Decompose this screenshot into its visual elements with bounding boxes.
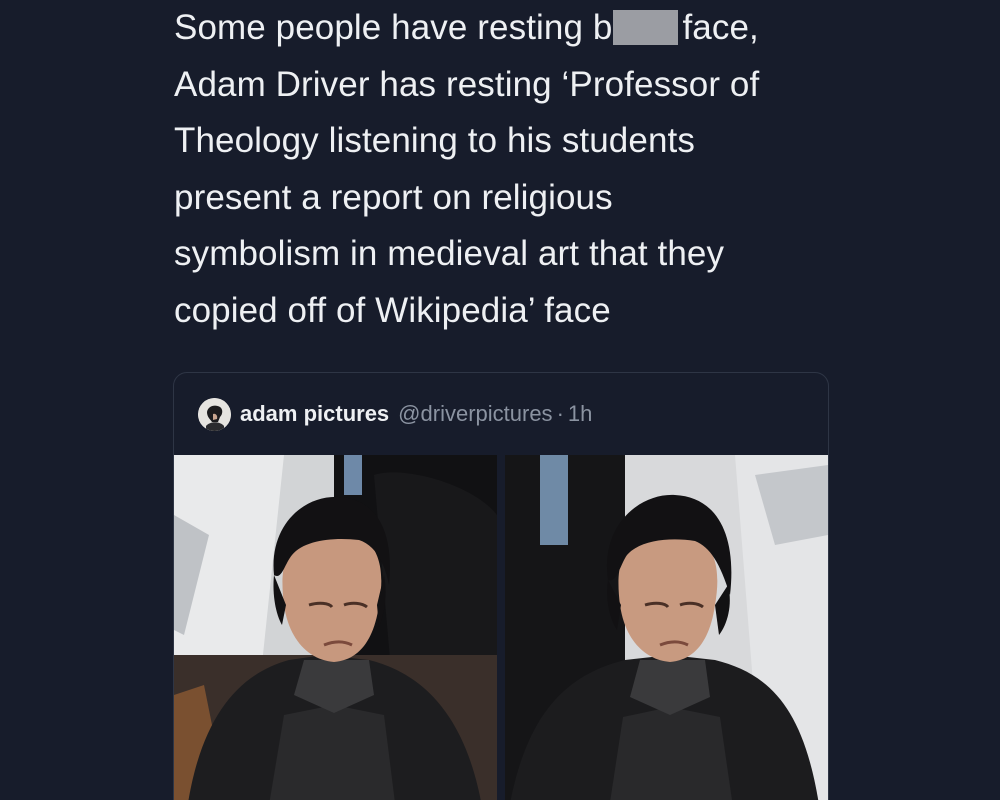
tweet-line-1-start: Some people have resting b xyxy=(174,8,613,47)
photo-1[interactable] xyxy=(174,455,497,800)
tweet-text: Some people have resting b face, Adam Dri… xyxy=(174,0,934,339)
user-handle[interactable]: @driverpictures xyxy=(398,401,552,427)
separator-dot: · xyxy=(556,401,564,426)
quoted-tweet-card[interactable]: adam pictures @driverpictures · 1h xyxy=(173,372,829,800)
tweet-line-6: copied off of Wikipedia’ face xyxy=(174,290,611,330)
photo-grid xyxy=(174,455,828,800)
timestamp[interactable]: 1h xyxy=(568,401,592,427)
censor-block xyxy=(613,10,679,45)
display-name[interactable]: adam pictures xyxy=(240,401,389,427)
tweet-line-4: present a report on religious xyxy=(174,177,613,217)
screenshot: Some people have resting b face, Adam Dri… xyxy=(0,0,1000,800)
tweet-line-2: Adam Driver has resting ‘Professor of xyxy=(174,64,760,104)
tweet-line-3: Theology listening to his students xyxy=(174,121,695,160)
profile-avatar-icon[interactable] xyxy=(198,397,231,431)
photo-2[interactable] xyxy=(505,455,828,800)
tweet-line-1: Some people have resting b face, xyxy=(174,0,934,57)
tweet-line-1-end: face, xyxy=(682,8,759,47)
tweet-line-5: symbolism in medieval art that they xyxy=(174,234,725,273)
quoted-tweet-header: adam pictures @driverpictures · 1h xyxy=(198,397,592,431)
